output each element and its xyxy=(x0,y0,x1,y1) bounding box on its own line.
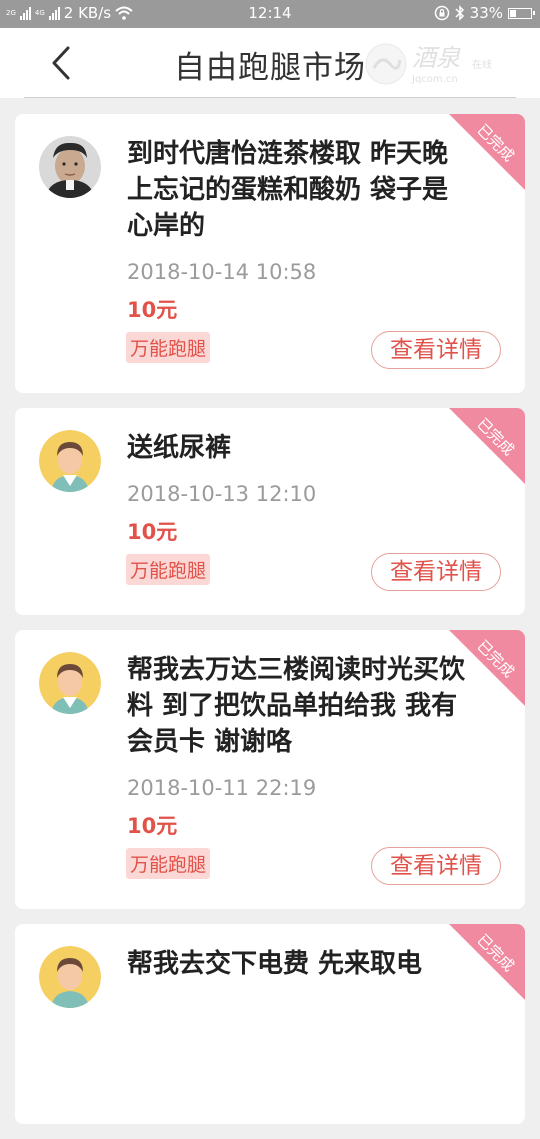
svg-text:酒泉: 酒泉 xyxy=(412,44,461,72)
view-details-button[interactable]: 查看详情 xyxy=(371,553,501,591)
photo-avatar-icon xyxy=(39,136,101,198)
status-ribbon: 已完成 xyxy=(449,630,525,706)
svg-text:Jqcom.cn: Jqcom.cn xyxy=(411,74,458,85)
battery-icon xyxy=(508,7,535,19)
default-avatar-icon xyxy=(39,430,101,492)
task-price: 10元 xyxy=(127,520,178,544)
service-tag: 万能跑腿 xyxy=(126,332,211,363)
status-ribbon: 已完成 xyxy=(449,924,525,1000)
default-avatar-icon xyxy=(39,652,101,714)
service-tag: 万能跑腿 xyxy=(126,554,211,585)
view-details-button[interactable]: 查看详情 xyxy=(371,847,501,885)
order-card[interactable]: 已完成 送纸尿裤 2018-10-13 12:10 10元 万能跑腿 查看详情 xyxy=(15,408,525,615)
status-ribbon: 已完成 xyxy=(449,114,525,190)
lock-rotation-icon xyxy=(434,5,449,21)
task-time: 2018-10-14 10:58 xyxy=(127,260,317,284)
task-price: 10元 xyxy=(127,814,178,838)
task-price: 10元 xyxy=(127,298,178,322)
order-list[interactable]: 已完成 到时代唐怡涟茶楼取 昨天晚上忘记的蛋糕和酸奶 袋子是心岸的 2018-1… xyxy=(15,114,525,1139)
header-divider xyxy=(24,97,516,98)
status-ribbon: 已完成 xyxy=(449,408,525,484)
bluetooth-icon xyxy=(455,5,464,21)
watermark-logo: 酒泉 Jqcom.cn 在线 xyxy=(365,43,492,85)
default-avatar-icon xyxy=(39,946,101,1008)
service-tag: 万能跑腿 xyxy=(126,848,211,879)
view-details-button[interactable]: 查看详情 xyxy=(371,331,501,369)
svg-text:在线: 在线 xyxy=(472,58,492,71)
order-card[interactable]: 已完成 帮我去交下电费 先来取电 xyxy=(15,924,525,1124)
status-bar: 2G 4G 2 KB/s 12:14 33% xyxy=(0,0,540,28)
order-card[interactable]: 已完成 帮我去万达三楼阅读时光买饮料 到了把饮品单拍给我 我有会员卡 谢谢咯 2… xyxy=(15,630,525,909)
order-card[interactable]: 已完成 到时代唐怡涟茶楼取 昨天晚上忘记的蛋糕和酸奶 袋子是心岸的 2018-1… xyxy=(15,114,525,393)
app-header: 自由跑腿市场 酒泉 Jqcom.cn 在线 xyxy=(0,28,540,98)
status-right: 33% xyxy=(434,4,535,22)
task-time: 2018-10-11 22:19 xyxy=(127,776,317,800)
battery-percent: 33% xyxy=(469,4,503,22)
